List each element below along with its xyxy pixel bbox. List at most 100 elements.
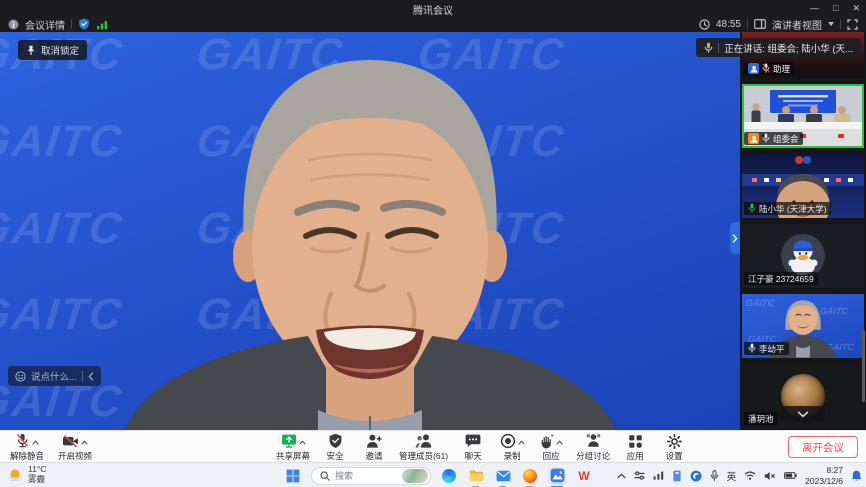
meeting-toolbar: 解除静音 开启视频 共享屏幕 安全	[0, 430, 866, 462]
reaction-hand-icon	[539, 433, 554, 449]
window-controls: — □ ✕	[810, 0, 860, 16]
meeting-header: 会议详情 48:55 演讲者视图	[0, 16, 866, 32]
chat-placeholder: 说点什么...	[31, 369, 77, 383]
start-video-label: 开启视频	[58, 450, 92, 462]
invite-person-icon	[366, 433, 382, 449]
record-label: 录制	[504, 450, 521, 462]
meeting-app-icon[interactable]	[548, 467, 566, 485]
emoji-icon[interactable]	[15, 371, 26, 382]
collapse-left-icon[interactable]	[88, 372, 94, 381]
tray-sliders-icon[interactable]	[634, 471, 645, 480]
tray-mic-icon[interactable]	[710, 470, 719, 482]
shield-icon	[328, 433, 343, 449]
unmute-button[interactable]: 解除静音	[10, 433, 44, 462]
invite-label: 邀请	[366, 450, 383, 462]
participant-name: 潘玥池	[748, 413, 774, 425]
reaction-button[interactable]: 回应	[537, 433, 565, 462]
speaking-toast-text: 正在讲话: 组委会; 陆小华 (天...	[724, 41, 853, 55]
chevron-up-icon[interactable]	[518, 440, 525, 445]
participant-name: 江子豪 23724659	[748, 273, 814, 285]
chevron-down-icon[interactable]	[828, 22, 834, 26]
gear-icon	[667, 434, 682, 449]
minimize-button[interactable]: —	[810, 0, 819, 16]
sidebar-scrollbar[interactable]	[862, 330, 865, 402]
security-shield-icon[interactable]	[78, 18, 90, 30]
share-screen-label: 共享屏幕	[276, 450, 310, 462]
meeting-timer: 48:55	[716, 19, 741, 30]
unpin-button[interactable]: 取消锁定	[18, 40, 87, 60]
search-icon	[320, 471, 330, 481]
pin-icon	[26, 45, 36, 56]
fullscreen-icon[interactable]	[847, 19, 858, 30]
members-icon	[415, 433, 432, 449]
chevron-up-icon[interactable]	[32, 440, 39, 445]
battery-icon[interactable]	[784, 472, 797, 479]
security-button[interactable]: 安全	[321, 433, 349, 462]
ime-language-indicator[interactable]: 英	[727, 469, 737, 483]
mail-icon[interactable]	[494, 467, 512, 485]
search-highlight-thumbnail	[402, 469, 428, 483]
breakout-rooms-label: 分组讨论	[576, 450, 610, 462]
network-signal-icon[interactable]	[96, 19, 108, 30]
meeting-details-button[interactable]: 会议详情	[25, 17, 65, 32]
participant-tile-liyouping[interactable]: GAITC GAITC GAITC GAITC 李幼平	[742, 294, 864, 358]
clock-icon	[699, 19, 710, 30]
participant-tile-zuweihui[interactable]: 组委会	[742, 84, 864, 148]
record-button[interactable]: 录制	[498, 433, 526, 462]
chat-label: 聊天	[465, 450, 482, 462]
weather-widget[interactable]: 11°C雾霾	[8, 465, 46, 485]
divider	[718, 43, 719, 53]
layout-view-icon[interactable]	[754, 19, 766, 29]
view-mode-selector[interactable]: 演讲者视图	[772, 17, 822, 32]
invite-button[interactable]: 邀请	[360, 433, 388, 462]
edge-browser-icon[interactable]	[440, 467, 458, 485]
quick-chat-input[interactable]: 说点什么...	[8, 366, 101, 386]
share-screen-button[interactable]: 共享屏幕	[276, 433, 310, 462]
security-label: 安全	[327, 450, 344, 462]
participant-tile-luxiaohua[interactable]: 陆小华 (天津大学)	[742, 154, 864, 218]
chevron-up-icon[interactable]	[81, 440, 88, 445]
volume-muted-icon[interactable]	[764, 471, 776, 481]
start-button[interactable]	[284, 467, 302, 485]
participants-sidebar: 助理	[740, 32, 866, 430]
sidebar-collapse-down-button[interactable]	[781, 406, 825, 422]
chevron-down-icon	[797, 411, 809, 418]
breakout-rooms-button[interactable]: 分组讨论	[576, 433, 610, 462]
file-explorer-icon[interactable]	[467, 467, 485, 485]
apps-button[interactable]: 应用	[621, 433, 649, 462]
chat-button[interactable]: 聊天	[459, 433, 487, 462]
settings-button[interactable]: 设置	[660, 433, 688, 462]
folder-icon	[469, 469, 484, 482]
tray-security-app-icon[interactable]	[690, 470, 702, 482]
speaking-mic-icon	[704, 42, 713, 54]
tray-usb-device-icon[interactable]	[672, 470, 682, 482]
wifi-icon[interactable]	[744, 471, 756, 480]
taskbar-clock[interactable]: 8:27 2023/12/6	[805, 465, 843, 486]
notification-bell-icon[interactable]	[851, 470, 862, 482]
participant-tile-panyuechi[interactable]: 潘玥池	[742, 364, 864, 428]
firefox-browser-icon[interactable]	[521, 467, 539, 485]
leave-meeting-button[interactable]: 离开会议	[788, 436, 858, 458]
weather-haze-icon	[8, 467, 23, 482]
taskbar-search-input[interactable]: 搜索	[311, 467, 431, 485]
mic-on-icon	[762, 133, 770, 144]
manage-members-button[interactable]: 管理成员(61)	[399, 433, 448, 462]
window-title: 腾讯会议	[0, 2, 866, 17]
share-screen-icon	[281, 433, 297, 449]
tencent-meeting-window: 腾讯会议 — □ ✕ 会议详情 48:55 演讲者视图 GAITC	[0, 0, 866, 487]
sidebar-collapse-handle[interactable]	[730, 222, 740, 254]
info-icon[interactable]	[8, 19, 19, 30]
participant-tile-jiangzihao[interactable]: 江子豪 23724659	[742, 224, 864, 288]
divider	[82, 371, 83, 382]
chevron-up-icon[interactable]	[556, 440, 563, 445]
window-titlebar: 腾讯会议 — □ ✕	[0, 0, 866, 16]
chevron-up-icon[interactable]	[299, 440, 306, 445]
settings-label: 设置	[666, 450, 683, 462]
tray-signal-bars-icon[interactable]	[653, 471, 664, 480]
maximize-button[interactable]: □	[833, 0, 838, 16]
photos-mountain-icon	[550, 468, 565, 483]
tray-chevron-up-icon[interactable]	[617, 473, 626, 479]
start-video-button[interactable]: 开启视频	[58, 433, 92, 462]
close-button[interactable]: ✕	[852, 0, 860, 16]
wps-office-icon[interactable]: W	[575, 467, 593, 485]
